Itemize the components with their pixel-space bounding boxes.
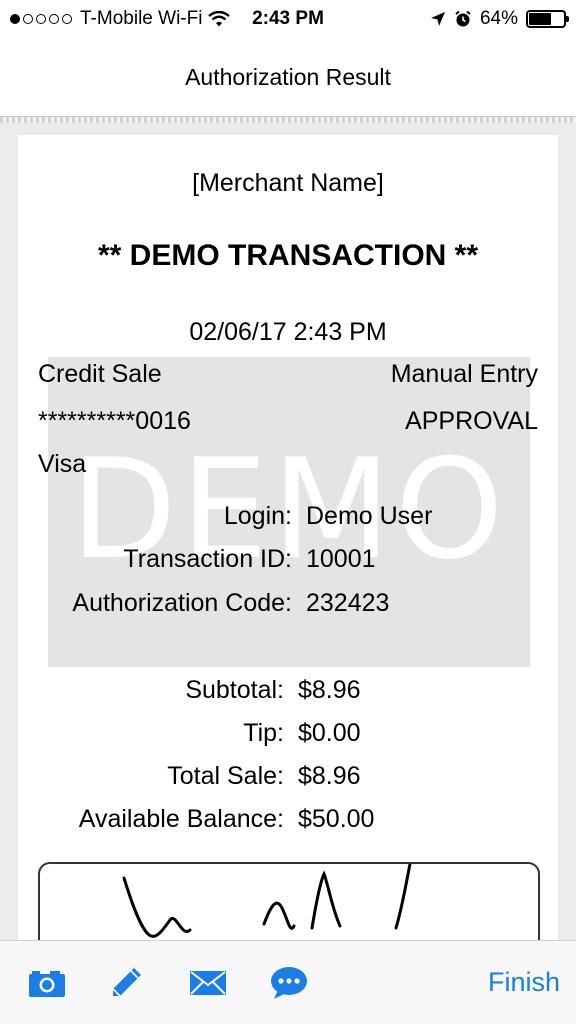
total-label: Total Sale: bbox=[167, 762, 284, 790]
nav-header: Authorization Result bbox=[0, 40, 576, 117]
total-value: $8.96 bbox=[298, 762, 361, 790]
detail-value: 10001 bbox=[306, 545, 376, 573]
status-right: 64% bbox=[430, 8, 569, 30]
bottom-toolbar: Finish bbox=[0, 940, 576, 1024]
merchant-name: [Merchant Name] bbox=[192, 169, 384, 197]
total-label: Available Balance: bbox=[78, 805, 284, 833]
camera-icon[interactable] bbox=[27, 965, 67, 1001]
battery-icon bbox=[526, 10, 569, 28]
chat-bubble-icon[interactable] bbox=[269, 965, 309, 1001]
total-value: $50.00 bbox=[298, 805, 375, 833]
receipt-paper: DEMO [Merchant Name] ** DEMO TRANSACTION… bbox=[18, 135, 558, 940]
total-value: $0.00 bbox=[298, 719, 361, 747]
detail-value: Demo User bbox=[306, 502, 433, 530]
detail-label: Login: bbox=[223, 502, 292, 530]
approval-status: APPROVAL bbox=[405, 407, 538, 435]
entry-mode: Manual Entry bbox=[390, 360, 538, 388]
location-arrow-icon bbox=[430, 11, 446, 27]
pencil-icon[interactable] bbox=[106, 965, 146, 1001]
card-type: Visa bbox=[38, 450, 87, 478]
total-label: Tip: bbox=[243, 719, 284, 747]
transaction-type-row: Credit Sale Manual Entry bbox=[38, 360, 538, 389]
signature-box bbox=[38, 862, 540, 940]
signature-drawing bbox=[122, 864, 412, 938]
total-value: $8.96 bbox=[298, 676, 361, 704]
status-bar: T-Mobile Wi-Fi 2:43 PM 64% bbox=[0, 0, 576, 40]
receipt-scroll-area[interactable]: DEMO [Merchant Name] ** DEMO TRANSACTION… bbox=[0, 117, 576, 940]
finish-button[interactable]: Finish bbox=[488, 967, 560, 998]
total-label: Subtotal: bbox=[185, 676, 284, 704]
card-number: **********0016 bbox=[38, 407, 191, 435]
transaction-type: Credit Sale bbox=[38, 360, 162, 388]
page-title: Authorization Result bbox=[185, 64, 391, 90]
alarm-icon bbox=[454, 10, 472, 28]
mail-icon[interactable] bbox=[188, 965, 228, 1001]
transaction-datetime: 02/06/17 2:43 PM bbox=[189, 318, 387, 346]
detail-value: 232423 bbox=[306, 589, 390, 617]
card-status-row: **********0016 APPROVAL bbox=[38, 407, 538, 436]
battery-percent: 64% bbox=[479, 8, 518, 29]
detail-label: Transaction ID: bbox=[123, 545, 292, 573]
detail-label: Authorization Code: bbox=[72, 589, 292, 617]
demo-transaction-title: ** DEMO TRANSACTION ** bbox=[97, 239, 479, 272]
